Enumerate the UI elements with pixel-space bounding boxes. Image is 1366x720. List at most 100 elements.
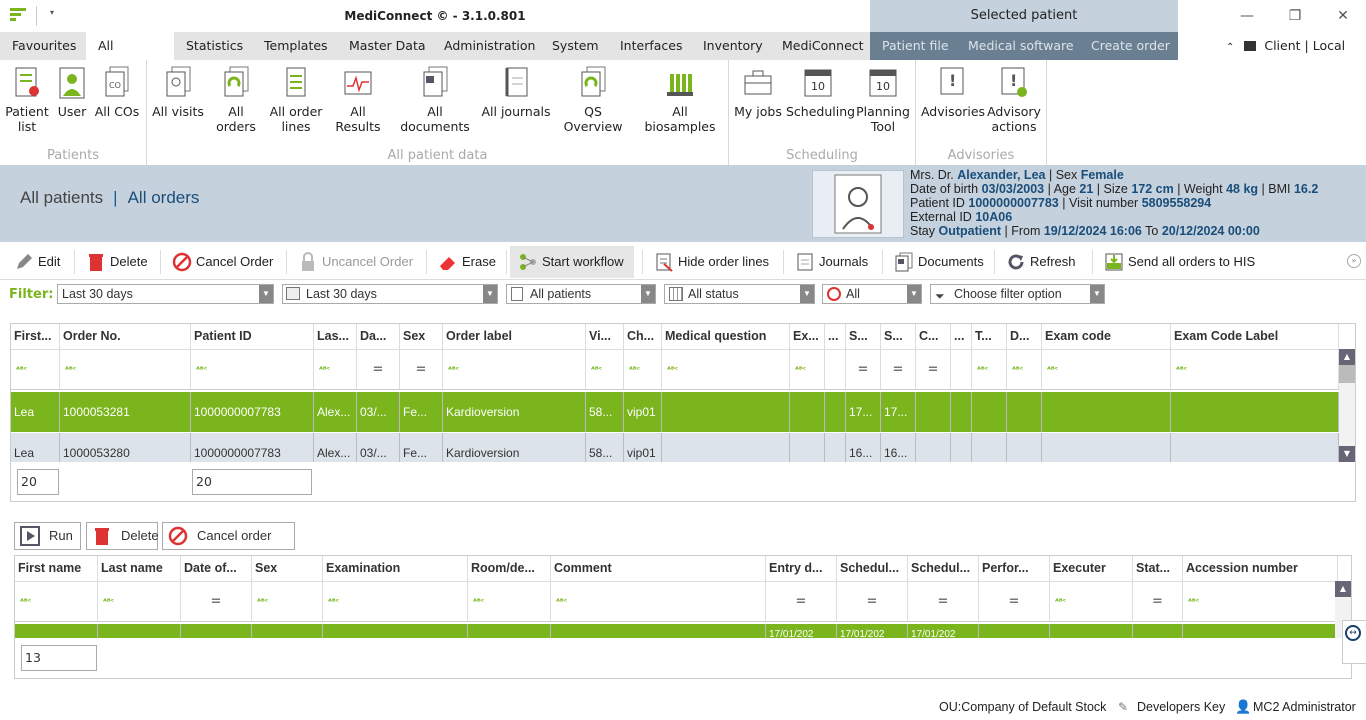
all-orders-button[interactable]: All orders <box>207 66 265 134</box>
side-panel-toggle[interactable]: ↔ <box>1342 620 1366 664</box>
orders-header-7[interactable]: Vi... <box>586 324 624 350</box>
order-lines-filter-13[interactable]: ᴬᴮᶜ <box>1183 582 1338 622</box>
order-lines-header-3[interactable]: Sex <box>252 556 323 582</box>
order-lines-filter-11[interactable]: ᴬᴮᶜ <box>1050 582 1133 622</box>
orders-filter-6[interactable]: ᴬᴮᶜ <box>443 350 586 390</box>
tab-create-order[interactable]: Create order <box>1085 32 1176 60</box>
order-lines-header-0[interactable]: First name <box>15 556 98 582</box>
order-lines-header-12[interactable]: Stat... <box>1133 556 1183 582</box>
tab-inventory[interactable]: Inventory <box>697 32 769 60</box>
order-lines-filter-3[interactable]: ᴬᴮᶜ <box>252 582 323 622</box>
scroll-up-icon[interactable]: ▲ <box>1335 581 1351 597</box>
breadcrumb-parent[interactable]: All patients <box>20 188 103 207</box>
orders-filter-9[interactable]: ᴬᴮᶜ <box>662 350 790 390</box>
orders-filter-8[interactable]: ᴬᴮᶜ <box>624 350 662 390</box>
order-lines-header-4[interactable]: Examination <box>323 556 468 582</box>
orders-filter-7[interactable]: ᴬᴮᶜ <box>586 350 624 390</box>
advisory-actions-button[interactable]: ! Advisory actions <box>986 66 1042 134</box>
tab-templates[interactable]: Templates <box>258 32 334 60</box>
orders-header-2[interactable]: Patient ID <box>191 324 314 350</box>
run-button[interactable]: Run <box>14 522 81 550</box>
orders-filter-1[interactable]: ᴬᴮᶜ <box>60 350 191 390</box>
date-range-filter[interactable]: Last 30 days ▼ <box>57 284 274 304</box>
orders-header-6[interactable]: Order label <box>443 324 586 350</box>
restore-icon[interactable]: ❐ <box>1285 6 1305 26</box>
scheduling-button[interactable]: 10 Scheduling <box>786 66 855 119</box>
orders-header-15[interactable]: ... <box>951 324 972 350</box>
hide-order-lines-button[interactable]: Hide order lines <box>646 246 769 278</box>
orders-filter-14[interactable]: = <box>916 350 951 390</box>
all-cos-button[interactable]: CO All COs <box>94 66 140 119</box>
tab-patient-file[interactable]: Patient file <box>876 32 955 60</box>
orders-header-3[interactable]: Las... <box>314 324 357 350</box>
order-lines-filter-0[interactable]: ᴬᴮᶜ <box>15 582 98 622</box>
edit-button[interactable]: Edit <box>6 246 60 278</box>
orders-header-14[interactable]: C... <box>916 324 951 350</box>
uncancel-order-button[interactable]: Uncancel Order <box>290 246 413 278</box>
order-lines-filter-7[interactable]: = <box>766 582 837 622</box>
orders-row[interactable]: Lea 1000053281 1000000007783 Alex... 03/... F… <box>11 392 1339 432</box>
start-workflow-button[interactable]: Start workflow <box>510 246 634 278</box>
status-filter[interactable]: All status ▼ <box>664 284 815 304</box>
tab-administration[interactable]: Administration <box>438 32 541 60</box>
scroll-down-icon[interactable]: ▼ <box>1339 446 1355 462</box>
tab-all-patients[interactable]: All patients <box>86 32 174 81</box>
orders-filter-0[interactable]: ᴬᴮᶜ <box>11 350 60 390</box>
orders-filter-17[interactable]: ᴬᴮᶜ <box>1007 350 1042 390</box>
tab-mediconnect[interactable]: MediConnect <box>776 32 870 60</box>
orders-header-5[interactable]: Sex <box>400 324 443 350</box>
tab-master-data[interactable]: Master Data <box>343 32 432 60</box>
orders-filter-12[interactable]: = <box>846 350 881 390</box>
user-button[interactable]: User <box>54 66 90 119</box>
date-filter-2[interactable]: Last 30 days ▼ <box>282 284 498 304</box>
close-icon[interactable]: ✕ <box>1333 6 1353 26</box>
orders-header-4[interactable]: Da... <box>357 324 400 350</box>
all-documents-button[interactable]: All documents <box>393 66 477 134</box>
orders-filter-11[interactable] <box>825 350 846 390</box>
cancel-order-line-button[interactable]: Cancel order line <box>162 522 295 569</box>
orders-header-19[interactable]: Exam Code Label <box>1171 324 1339 350</box>
order-lines-header-13[interactable]: Accession number <box>1183 556 1338 582</box>
order-lines-header-5[interactable]: Room/de... <box>468 556 551 582</box>
order-lines-filter-8[interactable]: = <box>837 582 908 622</box>
send-orders-to-his-button[interactable]: Send all orders to HIS <box>1096 246 1255 278</box>
filter-option-select[interactable]: ⏷ Choose filter option ▼ <box>930 284 1105 304</box>
patient-filter[interactable]: All patients ▼ <box>506 284 656 304</box>
scroll-up-icon[interactable]: ▲ <box>1339 349 1355 365</box>
tab-interfaces[interactable]: Interfaces <box>614 32 688 60</box>
orders-header-8[interactable]: Ch... <box>624 324 662 350</box>
orders-row[interactable]: Lea 1000053280 1000000007783 Alex... 03/... F… <box>11 433 1339 462</box>
all-biosamples-button[interactable]: All biosamples <box>635 66 725 134</box>
tab-medical-software[interactable]: Medical software <box>962 32 1080 60</box>
orders-filter-18[interactable]: ᴬᴮᶜ <box>1042 350 1171 390</box>
order-lines-header-2[interactable]: Date of... <box>181 556 252 582</box>
erase-button[interactable]: Erase <box>430 246 496 278</box>
minimize-icon[interactable]: — <box>1237 6 1257 26</box>
orders-header-9[interactable]: Medical question <box>662 324 790 350</box>
tab-favourites[interactable]: Favourites <box>6 32 82 60</box>
all-journals-button[interactable]: All journals <box>481 66 551 119</box>
order-lines-header-1[interactable]: Last name <box>98 556 181 582</box>
all-results-button[interactable]: All Results <box>327 66 389 134</box>
orders-filter-4[interactable]: = <box>357 350 400 390</box>
order-lines-filter-6[interactable]: ᴬᴮᶜ <box>551 582 766 622</box>
order-lines-header-9[interactable]: Schedul... <box>908 556 979 582</box>
order-lines-row[interactable]: 17/01/202 17/01/202 17/01/202 <box>15 624 1338 638</box>
refresh-button[interactable]: Refresh <box>998 246 1076 278</box>
journals-button[interactable]: Journals <box>787 246 868 278</box>
orders-header-1[interactable]: Order No. <box>60 324 191 350</box>
orders-header-10[interactable]: Ex... <box>790 324 825 350</box>
all-order-lines-button[interactable]: All order lines <box>268 66 324 134</box>
order-lines-header-7[interactable]: Entry d... <box>766 556 837 582</box>
delete-button[interactable]: Delete <box>78 246 148 278</box>
order-lines-header-6[interactable]: Comment <box>551 556 766 582</box>
documents-button[interactable]: Documents <box>886 246 984 278</box>
order-lines-header-10[interactable]: Perfor... <box>979 556 1050 582</box>
order-lines-filter-10[interactable]: = <box>979 582 1050 622</box>
orders-scrollbar[interactable]: ▲ ▼ <box>1339 349 1355 462</box>
orders-header-17[interactable]: D... <box>1007 324 1042 350</box>
orders-filter-13[interactable]: = <box>881 350 916 390</box>
order-lines-filter-4[interactable]: ᴬᴮᶜ <box>323 582 468 622</box>
cancel-order-button[interactable]: Cancel Order <box>164 246 273 278</box>
order-lines-filter-2[interactable]: = <box>181 582 252 622</box>
